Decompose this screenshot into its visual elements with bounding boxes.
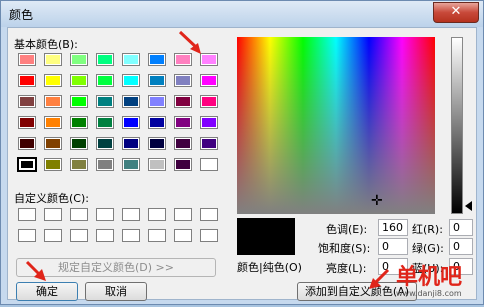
annotation-arrows <box>25 30 390 289</box>
arrow-to-basic-color-icon <box>178 30 201 54</box>
arrow-to-add-button-icon <box>369 268 390 289</box>
arrow-to-ok-button-icon <box>25 260 46 281</box>
